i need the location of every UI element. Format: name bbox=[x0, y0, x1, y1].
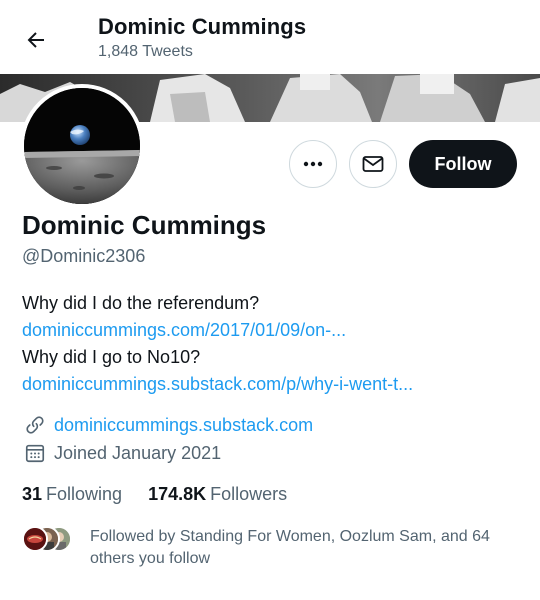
message-button[interactable] bbox=[349, 140, 397, 188]
tweet-count: 1,848 Tweets bbox=[98, 43, 193, 60]
joined-date: Joined January 2021 bbox=[54, 442, 222, 463]
profile-header: Dominic Cummings 1,848 Tweets bbox=[0, 0, 540, 74]
bio-line: Why did I go to No10? bbox=[22, 347, 201, 367]
following-count: 31 bbox=[22, 484, 43, 504]
back-button[interactable] bbox=[18, 22, 54, 58]
followers-link[interactable]: 174.8K Followers bbox=[148, 484, 287, 505]
mail-icon bbox=[362, 156, 384, 172]
profile-handle: @Dominic2306 bbox=[22, 246, 146, 266]
profile-website: dominiccummings.substack.com bbox=[22, 412, 313, 438]
follower-avatar bbox=[22, 526, 48, 552]
bio-link[interactable]: dominiccummings.com/2017/01/09/on-... bbox=[22, 317, 522, 344]
follow-button[interactable]: Follow bbox=[409, 140, 517, 188]
followers-count: 174.8K bbox=[148, 484, 207, 504]
profile-joined: Joined January 2021 bbox=[22, 440, 221, 466]
bio-line: Why did I do the referendum? bbox=[22, 293, 260, 313]
followed-by-avatars bbox=[22, 526, 82, 552]
website-link[interactable]: dominiccummings.substack.com bbox=[54, 415, 313, 436]
followed-by-text: Followed by Standing For Women, Oozlum S… bbox=[90, 528, 490, 567]
following-link[interactable]: 31 Following bbox=[22, 484, 122, 505]
link-icon bbox=[22, 412, 48, 438]
calendar-icon bbox=[22, 440, 48, 466]
followed-by[interactable]: Followed by Standing For Women, Oozlum S… bbox=[22, 526, 530, 570]
bio-link[interactable]: dominiccummings.substack.com/p/why-i-wen… bbox=[22, 371, 522, 398]
profile-avatar[interactable] bbox=[20, 84, 144, 208]
header-title: Dominic Cummings bbox=[98, 14, 307, 39]
profile-stats: 31 Following 174.8K Followers bbox=[22, 484, 287, 505]
profile-bio: Why did I do the referendum? dominiccumm… bbox=[22, 290, 522, 398]
followers-label: Followers bbox=[210, 484, 288, 504]
more-options-button[interactable] bbox=[289, 140, 337, 188]
profile-name: Dominic Cummings bbox=[22, 210, 267, 240]
following-label: Following bbox=[46, 484, 123, 504]
more-icon bbox=[303, 161, 323, 167]
back-arrow-icon bbox=[27, 32, 44, 48]
